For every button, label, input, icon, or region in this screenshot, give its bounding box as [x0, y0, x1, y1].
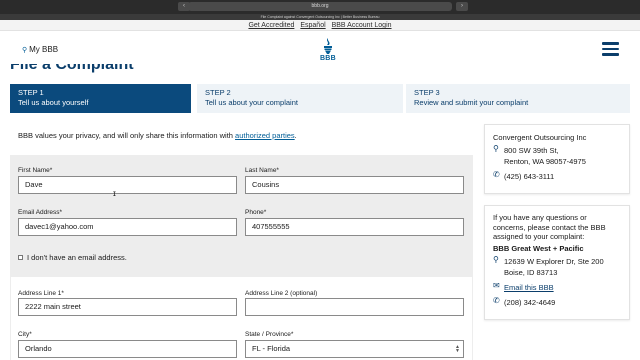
step-2: STEP 2 Tell us about your complaint: [197, 84, 403, 113]
bbb-intro-text: If you have any questions or concerns, p…: [493, 213, 606, 241]
my-bbb-link[interactable]: ⚲ My BBB: [22, 45, 58, 54]
address-bar[interactable]: bbb.org: [188, 2, 452, 11]
step-1: STEP 1 Tell us about yourself: [10, 84, 191, 113]
phone-icon: ✆: [493, 296, 500, 305]
bbb-address-2: Boise, ID 83713: [504, 268, 558, 277]
text-cursor-icon: ɪ: [113, 189, 116, 198]
step-indicator: STEP 1 Tell us about yourself STEP 2 Tel…: [10, 84, 630, 113]
email-label: Email Address*: [18, 209, 63, 216]
no-email-checkbox[interactable]: [18, 255, 23, 260]
business-card: Convergent Outsourcing Inc ⚲ 800 SW 39th…: [484, 124, 630, 194]
page-title: File a Complaint: [10, 64, 134, 73]
my-bbb-label: My BBB: [29, 45, 59, 54]
authorized-parties-link[interactable]: authorized parties: [235, 131, 295, 140]
location-pin-icon: ⚲: [493, 255, 499, 264]
address1-label: Address Line 1*: [18, 290, 64, 297]
city-label: City*: [18, 331, 32, 338]
state-label: State / Province*: [245, 331, 294, 338]
phone-field[interactable]: 407555555: [245, 218, 464, 236]
city-field[interactable]: Orlando: [18, 340, 237, 358]
utility-bar: Get Accredited Español BBB Account Login: [0, 20, 640, 31]
last-name-label: Last Name*: [245, 167, 279, 174]
bbb-name: BBB Great West + Pacific: [493, 244, 584, 253]
forward-icon[interactable]: ›: [456, 2, 468, 11]
location-pin-icon: ⚲: [493, 144, 499, 153]
address2-label: Address Line 2 (optional): [245, 290, 318, 297]
phone-icon: ✆: [493, 170, 500, 179]
bbb-phone[interactable]: (208) 342-4649: [504, 298, 555, 307]
address2-field[interactable]: [245, 298, 464, 316]
business-phone[interactable]: (425) 643-3111: [504, 172, 554, 181]
address1-field[interactable]: 2222 main street: [18, 298, 237, 316]
business-address-2: Renton, WA 98057-4975: [504, 157, 586, 166]
step-3: STEP 3 Review and submit your complaint: [406, 84, 630, 113]
email-field[interactable]: davec1@yahoo.com: [18, 218, 237, 236]
logo-text: BBB: [319, 55, 337, 62]
get-accredited-link[interactable]: Get Accredited: [248, 22, 294, 29]
state-select[interactable]: FL - Florida: [245, 340, 464, 358]
select-arrows-icon: ▲ ▼: [455, 344, 460, 354]
privacy-notice: BBB values your privacy, and will only s…: [18, 131, 297, 140]
torch-icon: [324, 38, 332, 54]
location-pin-icon: ⚲: [22, 47, 28, 54]
email-icon: ✉: [493, 281, 500, 290]
menu-icon[interactable]: [602, 42, 619, 56]
last-name-field[interactable]: Cousins: [245, 176, 464, 194]
account-login-link[interactable]: BBB Account Login: [332, 22, 392, 29]
bbb-contact-card: If you have any questions or concerns, p…: [484, 205, 630, 320]
bbb-logo[interactable]: BBB: [316, 38, 340, 64]
business-name: Convergent Outsourcing Inc: [493, 133, 587, 142]
email-bbb-link[interactable]: Email this BBB: [504, 283, 554, 292]
bbb-address-1: 12639 W Explorer Dr, Ste 200: [504, 257, 604, 266]
first-name-label: First Name*: [18, 167, 53, 174]
site-header: ⚲ My BBB BBB: [0, 31, 640, 68]
phone-label: Phone*: [245, 209, 267, 216]
browser-toolbar: ‹ bbb.org ›: [0, 0, 640, 14]
first-name-field[interactable]: Dave: [18, 176, 237, 194]
business-address-1: 800 SW 39th St,: [504, 146, 559, 155]
espanol-link[interactable]: Español: [300, 22, 325, 29]
no-email-label: I don't have an email address.: [27, 253, 127, 262]
